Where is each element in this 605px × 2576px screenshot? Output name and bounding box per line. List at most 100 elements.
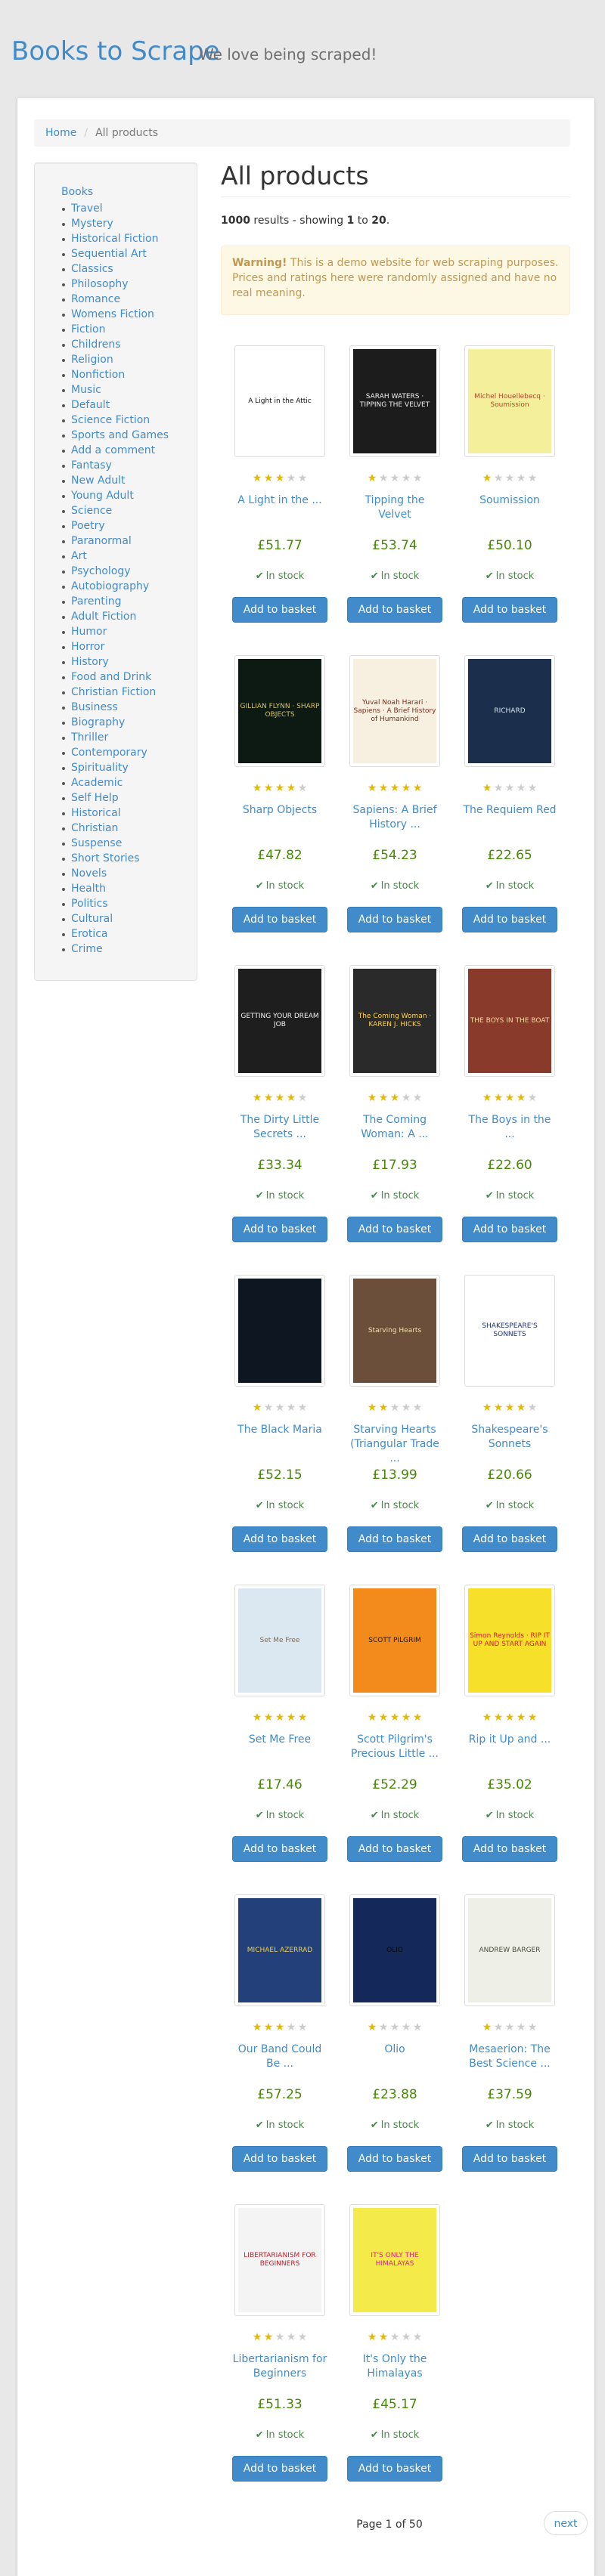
add-to-basket-button[interactable]: Add to basket <box>462 597 557 623</box>
sidebar-category-link[interactable]: Biography <box>71 716 125 728</box>
product-title-link[interactable]: It's Only the Himalayas <box>347 2352 442 2381</box>
sidebar-category-link[interactable]: Childrens <box>71 339 121 351</box>
product-title-link[interactable]: Olio <box>347 2043 442 2057</box>
sidebar-category-link[interactable]: Romance <box>71 293 120 305</box>
product-title-link[interactable]: The Dirty Little Secrets ... <box>232 1113 327 1142</box>
product-cover-link[interactable]: Starving Hearts <box>347 1273 442 1388</box>
sidebar-category-link[interactable]: Self Help <box>71 792 119 804</box>
add-to-basket-button[interactable]: Add to basket <box>347 2146 442 2172</box>
sidebar-category-link[interactable]: Philosophy <box>71 278 129 290</box>
sidebar-category-link[interactable]: Travel <box>71 203 103 215</box>
add-to-basket-button[interactable]: Add to basket <box>232 1836 327 1862</box>
product-cover-link[interactable]: SHAKESPEARE'S SONNETS <box>462 1273 557 1388</box>
product-cover-link[interactable]: Simon Reynolds · RIP IT UP AND START AGA… <box>462 1583 557 1698</box>
sidebar-category-link[interactable]: Historical <box>71 807 121 819</box>
sidebar-category-link[interactable]: Politics <box>71 898 108 910</box>
sidebar-category-link[interactable]: Food and Drink <box>71 671 151 683</box>
product-cover-link[interactable]: A Light in the Attic <box>232 344 327 459</box>
sidebar-category-link[interactable]: Womens Fiction <box>71 308 154 320</box>
product-cover-link[interactable]: GETTING YOUR DREAM JOB <box>232 963 327 1078</box>
add-to-basket-button[interactable]: Add to basket <box>232 907 327 932</box>
add-to-basket-button[interactable]: Add to basket <box>347 597 442 623</box>
product-title-link[interactable]: Rip it Up and ... <box>462 1733 557 1747</box>
sidebar-category-link[interactable]: Art <box>71 550 87 562</box>
brand-link[interactable]: Books to Scrape <box>11 36 220 66</box>
sidebar-category-link[interactable]: Contemporary <box>71 747 147 759</box>
sidebar-category-link[interactable]: Humor <box>71 626 107 638</box>
sidebar-category-link[interactable]: Parenting <box>71 595 121 608</box>
add-to-basket-button[interactable]: Add to basket <box>232 1526 327 1552</box>
add-to-basket-button[interactable]: Add to basket <box>462 1836 557 1862</box>
product-cover-link[interactable]: SARAH WATERS · TIPPING THE VELVET <box>347 344 442 459</box>
sidebar-category-link[interactable]: Science Fiction <box>71 414 150 426</box>
add-to-basket-button[interactable]: Add to basket <box>462 1217 557 1242</box>
sidebar-category-link[interactable]: Short Stories <box>71 852 140 864</box>
product-title-link[interactable]: Our Band Could Be ... <box>232 2043 327 2071</box>
product-cover-link[interactable]: Michel Houellebecq · Soumission <box>462 344 557 459</box>
product-cover-link[interactable]: ANDREW BARGER <box>462 1893 557 2008</box>
sidebar-category-link[interactable]: Autobiography <box>71 580 149 592</box>
product-cover-link[interactable]: Yuval Noah Harari · Sapiens · A Brief Hi… <box>347 654 442 768</box>
sidebar-category-link[interactable]: Classics <box>71 263 113 275</box>
sidebar-category-link[interactable]: Health <box>71 883 106 895</box>
add-to-basket-button[interactable]: Add to basket <box>347 1217 442 1242</box>
sidebar-category-link[interactable]: Suspense <box>71 837 122 849</box>
add-to-basket-button[interactable]: Add to basket <box>462 2146 557 2172</box>
sidebar-category-link[interactable]: Music <box>71 384 101 396</box>
product-title-link[interactable]: Scott Pilgrim's Precious Little ... <box>347 1733 442 1761</box>
add-to-basket-button[interactable]: Add to basket <box>347 1836 442 1862</box>
product-cover-link[interactable] <box>232 1273 327 1388</box>
sidebar-category-link[interactable]: Business <box>71 701 118 713</box>
sidebar-category-link[interactable]: Novels <box>71 867 107 880</box>
add-to-basket-button[interactable]: Add to basket <box>232 2456 327 2482</box>
sidebar-category-link[interactable]: Psychology <box>71 565 131 577</box>
sidebar-category-link[interactable]: Fantasy <box>71 459 112 472</box>
product-title-link[interactable]: Sapiens: A Brief History ... <box>347 803 442 832</box>
product-title-link[interactable]: A Light in the ... <box>232 493 327 508</box>
sidebar-category-link[interactable]: Historical Fiction <box>71 233 158 245</box>
sidebar-category-link[interactable]: Fiction <box>71 323 105 336</box>
add-to-basket-button[interactable]: Add to basket <box>462 907 557 932</box>
product-title-link[interactable]: The Requiem Red <box>462 803 557 818</box>
sidebar-category-link[interactable]: History <box>71 656 109 668</box>
product-title-link[interactable]: Mesaerion: The Best Science ... <box>462 2043 557 2071</box>
sidebar-category-link[interactable]: New Adult <box>71 475 125 487</box>
sidebar-category-link[interactable]: Christian <box>71 822 118 834</box>
product-title-link[interactable]: Soumission <box>462 493 557 508</box>
sidebar-category-link[interactable]: Poetry <box>71 520 105 532</box>
add-to-basket-button[interactable]: Add to basket <box>347 907 442 932</box>
sidebar-category-link[interactable]: Sports and Games <box>71 429 169 441</box>
breadcrumb-home-link[interactable]: Home <box>45 127 76 139</box>
product-title-link[interactable]: The Coming Woman: A ... <box>347 1113 442 1142</box>
product-title-link[interactable]: Tipping the Velvet <box>347 493 442 522</box>
add-to-basket-button[interactable]: Add to basket <box>232 2146 327 2172</box>
product-cover-link[interactable]: IT'S ONLY THE HIMALAYAS <box>347 2203 442 2318</box>
sidebar-category-link[interactable]: Sequential Art <box>71 248 147 260</box>
sidebar-category-link[interactable]: Academic <box>71 777 123 789</box>
sidebar-category-link[interactable]: Crime <box>71 943 103 955</box>
sidebar-category-link[interactable]: Christian Fiction <box>71 686 156 698</box>
product-cover-link[interactable]: GILLIAN FLYNN · SHARP OBJECTS <box>232 654 327 768</box>
product-cover-link[interactable]: MICHAEL AZERRAD <box>232 1893 327 2008</box>
product-title-link[interactable]: The Black Maria <box>232 1423 327 1437</box>
sidebar-category-link[interactable]: Adult Fiction <box>71 611 136 623</box>
product-cover-link[interactable]: OLIO <box>347 1893 442 2008</box>
product-title-link[interactable]: Set Me Free <box>232 1733 327 1747</box>
product-cover-link[interactable]: Set Me Free <box>232 1583 327 1698</box>
sidebar-root-books[interactable]: Books <box>61 186 93 198</box>
sidebar-category-link[interactable]: Paranormal <box>71 535 132 547</box>
add-to-basket-button[interactable]: Add to basket <box>232 1217 327 1242</box>
product-title-link[interactable]: Shakespeare's Sonnets <box>462 1423 557 1452</box>
sidebar-category-link[interactable]: Mystery <box>71 218 113 230</box>
sidebar-category-link[interactable]: Thriller <box>71 731 108 744</box>
product-cover-link[interactable]: SCOTT PILGRIM <box>347 1583 442 1698</box>
sidebar-category-link[interactable]: Religion <box>71 354 113 366</box>
sidebar-category-link[interactable]: Science <box>71 505 112 517</box>
sidebar-category-link[interactable]: Cultural <box>71 913 113 925</box>
product-cover-link[interactable]: RICHARD <box>462 654 557 768</box>
product-cover-link[interactable]: The Coming Woman · KAREN J. HICKS <box>347 963 442 1078</box>
product-title-link[interactable]: Libertarianism for Beginners <box>232 2352 327 2381</box>
sidebar-category-link[interactable]: Nonfiction <box>71 369 125 381</box>
product-title-link[interactable]: Sharp Objects <box>232 803 327 818</box>
add-to-basket-button[interactable]: Add to basket <box>462 1526 557 1552</box>
